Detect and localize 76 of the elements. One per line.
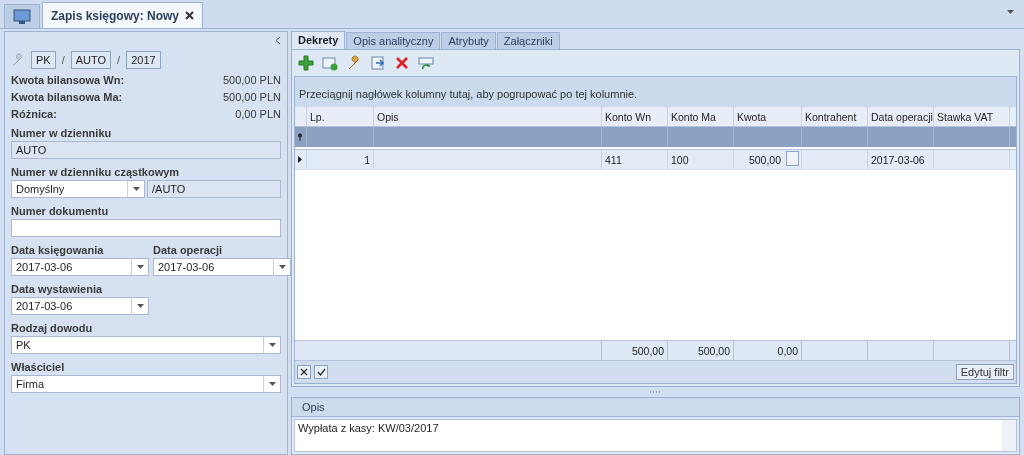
new-window-icon[interactable] bbox=[322, 55, 338, 71]
column-header[interactable]: Data operacji bbox=[868, 107, 934, 126]
balance-value: 500,00 PLN bbox=[222, 91, 281, 103]
date-field[interactable]: 2017-03-06 bbox=[11, 297, 149, 315]
field-label: Numer dokumentu bbox=[11, 205, 110, 217]
field-label: Rodzaj dowodu bbox=[11, 322, 94, 334]
close-icon[interactable] bbox=[185, 11, 195, 20]
summary-value: 0,00 bbox=[777, 344, 798, 357]
table-cell: 500,00 bbox=[748, 153, 781, 166]
tab[interactable]: Dekrety bbox=[291, 31, 346, 49]
document-tab[interactable]: Zapis księgowy: Nowy bbox=[42, 2, 204, 28]
field-label: Numer w dzienniku cząstkowym bbox=[11, 166, 181, 178]
column-header[interactable]: Stawka VAT bbox=[934, 107, 1010, 126]
collapse-icon[interactable] bbox=[275, 36, 281, 45]
table-cell: 411 bbox=[605, 153, 622, 166]
dropdown-arrow-icon[interactable] bbox=[268, 382, 276, 386]
summary-value: 500,00 bbox=[697, 344, 730, 357]
wrench-icon[interactable] bbox=[11, 53, 25, 67]
section-title: Opis bbox=[292, 398, 1019, 417]
date-field[interactable]: 2017-03-06 bbox=[153, 258, 291, 276]
filter-pin-icon bbox=[297, 133, 303, 141]
separator-text: / bbox=[61, 54, 65, 66]
refresh-icon[interactable] bbox=[418, 55, 434, 71]
readonly-field: /AUTO bbox=[147, 180, 281, 198]
separator-text: / bbox=[117, 54, 121, 66]
group-by-hint: Przeciągnij nagłówek kolumny tutaj, aby pogrupować po tej kolumnie. bbox=[295, 77, 1016, 107]
balance-value: 500,00 PLN bbox=[222, 74, 281, 86]
caret-icon[interactable] bbox=[1007, 10, 1014, 14]
table-cell: 2017-03-06 bbox=[871, 153, 925, 166]
column-header[interactable]: Kwota bbox=[734, 107, 802, 126]
description-field[interactable]: Wypłata z kasy: KW/03/2017 bbox=[294, 419, 1017, 452]
document-icon[interactable] bbox=[370, 55, 386, 71]
dropdown-arrow-icon[interactable] bbox=[268, 343, 276, 347]
table-cell: 100 bbox=[671, 153, 689, 166]
tab[interactable]: Załączniki bbox=[496, 32, 560, 49]
combo-field[interactable]: PK bbox=[11, 336, 281, 354]
dropdown-arrow-icon[interactable] bbox=[278, 265, 286, 269]
dropdown-arrow-icon[interactable] bbox=[136, 265, 144, 269]
tab[interactable]: Opis analityczny bbox=[346, 32, 441, 49]
field-label: Numer w dzienniku bbox=[11, 127, 113, 139]
tab[interactable]: Atrybuty bbox=[441, 32, 496, 49]
scrollbar[interactable] bbox=[1002, 420, 1016, 451]
edit-filter-button[interactable]: Edytuj filtr bbox=[955, 364, 1014, 380]
apply-filter-button[interactable] bbox=[314, 365, 328, 379]
balance-value: 0,00 PLN bbox=[235, 108, 281, 120]
table-cell: 1 bbox=[364, 153, 370, 166]
home-tab[interactable] bbox=[4, 4, 40, 28]
balance-label: Różnica: bbox=[11, 108, 57, 120]
text-field[interactable] bbox=[11, 219, 281, 237]
balance-label: Kwota bilansowa Wn: bbox=[11, 74, 125, 86]
column-header[interactable]: Opis bbox=[374, 107, 602, 126]
number-part-field[interactable]: PK bbox=[31, 51, 56, 69]
summary-value: 500,00 bbox=[631, 344, 664, 357]
field-label: Właściciel bbox=[11, 361, 66, 373]
balance-label: Kwota bilansowa Ma: bbox=[11, 91, 123, 103]
column-header[interactable]: Konto Ma bbox=[668, 107, 734, 126]
number-part-field[interactable]: AUTO bbox=[70, 51, 112, 69]
field-label: Data wystawienia bbox=[11, 283, 104, 295]
monitor-icon bbox=[13, 8, 31, 25]
field-label: Data operacji bbox=[153, 244, 224, 256]
dropdown-arrow-icon[interactable] bbox=[136, 304, 144, 308]
column-header[interactable]: Lp. bbox=[307, 107, 374, 126]
delete-icon[interactable] bbox=[394, 55, 410, 71]
combo-field[interactable]: Domyślny bbox=[11, 180, 145, 198]
clear-filter-button[interactable] bbox=[297, 365, 311, 379]
wrench-icon[interactable] bbox=[346, 55, 362, 71]
number-part-field[interactable]: 2017 bbox=[126, 51, 161, 69]
column-header[interactable]: Konto Wn bbox=[602, 107, 668, 126]
readonly-field: AUTO bbox=[11, 141, 281, 159]
add-icon[interactable] bbox=[298, 55, 314, 71]
field-label: Data księgowania bbox=[11, 244, 105, 256]
spin-button[interactable] bbox=[786, 151, 799, 166]
combo-field[interactable]: Firma bbox=[11, 375, 281, 393]
column-header[interactable]: Kontrahent bbox=[802, 107, 868, 126]
date-field[interactable]: 2017-03-06 bbox=[11, 258, 149, 276]
dropdown-arrow-icon[interactable] bbox=[132, 187, 140, 191]
